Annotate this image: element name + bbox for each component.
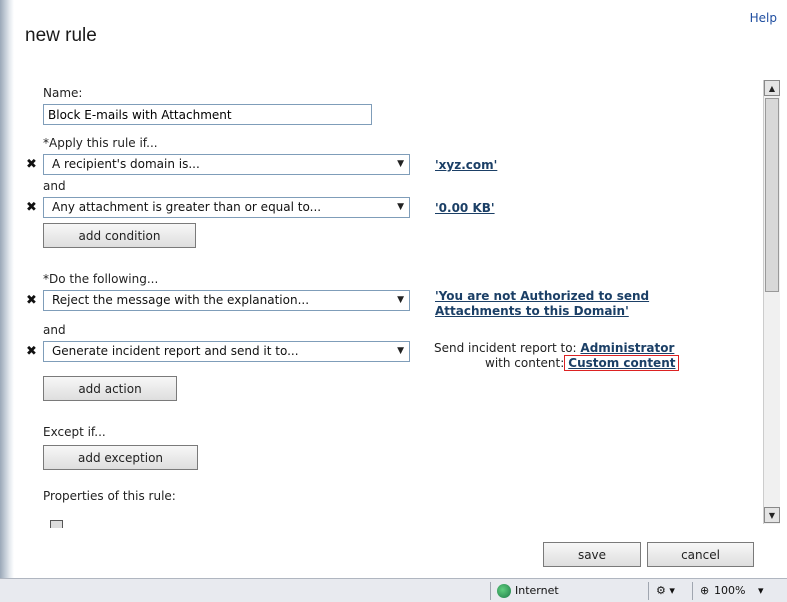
help-link[interactable]: Help <box>750 11 777 25</box>
dropdown-arrow-icon: ▼ <box>397 346 404 356</box>
action-1-select[interactable]: Reject the message with the explanation.… <box>43 290 410 311</box>
rule-name-input[interactable] <box>43 104 372 125</box>
condition-1-value-link[interactable]: 'xyz.com' <box>435 158 497 172</box>
zoom-level[interactable]: 100% <box>714 584 745 597</box>
status-bar: Internet ⚙ ▾ ⊕ 100% ▾ <box>0 578 787 602</box>
scroll-up-icon[interactable]: ▲ <box>764 80 780 96</box>
and-label: and <box>43 179 66 193</box>
page-title: new rule <box>25 25 97 46</box>
incident-content: with content: Custom content <box>485 355 680 371</box>
save-button[interactable]: save <box>543 542 641 567</box>
security-zone: Internet <box>515 584 559 597</box>
send-to-administrator-link[interactable]: Administrator <box>580 341 674 355</box>
scroll-thumb[interactable] <box>765 98 779 292</box>
zoom-icon: ⊕ <box>700 584 710 597</box>
protected-mode-icon[interactable]: ⚙ ▾ <box>656 584 675 597</box>
condition-2-select[interactable]: Any attachment is greater than or equal … <box>43 197 410 218</box>
dropdown-arrow-icon: ▼ <box>397 295 404 305</box>
add-action-button[interactable]: add action <box>43 376 177 401</box>
do-following-label: *Do the following... <box>43 272 159 286</box>
action-1-selected: Reject the message with the explanation.… <box>52 293 310 307</box>
status-divider <box>692 582 693 600</box>
add-exception-button[interactable]: add exception <box>43 445 198 470</box>
remove-action-2-icon[interactable]: ✖ <box>26 344 37 359</box>
action-2-select[interactable]: Generate incident report and send it to.… <box>43 341 410 362</box>
cancel-button[interactable]: cancel <box>647 542 754 567</box>
properties-label: Properties of this rule: <box>43 489 176 503</box>
rule-form: Name: *Apply this rule if... ✖ A recipie… <box>14 70 762 528</box>
action-2-selected: Generate incident report and send it to.… <box>52 344 299 358</box>
status-divider <box>648 582 649 600</box>
and-label-2: and <box>43 323 66 337</box>
rule-property-checkbox[interactable] <box>50 520 63 528</box>
apply-rule-label: *Apply this rule if... <box>43 136 158 150</box>
custom-content-link[interactable]: Custom content <box>564 355 680 371</box>
incident-send-to: Send incident report to: Administrator <box>434 341 674 355</box>
send-to-label: Send incident report to: <box>434 341 577 355</box>
condition-2-selected: Any attachment is greater than or equal … <box>52 200 322 214</box>
with-content-label: with content: <box>485 356 565 370</box>
status-divider <box>490 582 491 600</box>
dropdown-arrow-icon: ▼ <box>397 159 404 169</box>
remove-action-1-icon[interactable]: ✖ <box>26 293 37 308</box>
dropdown-arrow-icon: ▼ <box>397 202 404 212</box>
condition-1-selected: A recipient's domain is... <box>52 157 200 171</box>
name-label: Name: <box>43 86 83 100</box>
except-if-label: Except if... <box>43 425 106 439</box>
action-1-value-link[interactable]: 'You are not Authorized to send Attachme… <box>435 289 735 319</box>
remove-condition-2-icon[interactable]: ✖ <box>26 200 37 215</box>
remove-condition-1-icon[interactable]: ✖ <box>26 157 37 172</box>
condition-2-value-link[interactable]: '0.00 KB' <box>435 201 495 215</box>
add-condition-button[interactable]: add condition <box>43 223 196 248</box>
scroll-down-icon[interactable]: ▼ <box>764 507 780 523</box>
globe-icon <box>497 584 511 598</box>
condition-1-select[interactable]: A recipient's domain is... ▼ <box>43 154 410 175</box>
window-edge <box>0 0 14 580</box>
vertical-scrollbar[interactable]: ▲ ▼ <box>763 80 780 524</box>
zoom-dropdown-icon[interactable]: ▾ <box>758 584 764 597</box>
